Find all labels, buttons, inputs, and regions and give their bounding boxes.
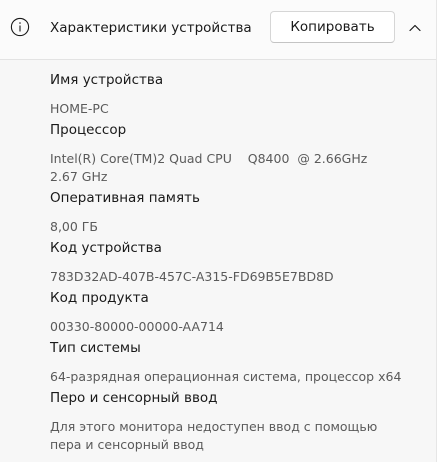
- chevron-up-icon[interactable]: [403, 16, 427, 40]
- copy-button[interactable]: Копировать: [270, 11, 395, 43]
- spec-label: Код устройства: [50, 240, 162, 256]
- spec-value: HOME-PC: [50, 101, 109, 116]
- spec-system-type: Тип системы 64-разрядная операционная си…: [50, 338, 430, 386]
- spec-value: 00330-80000-00000-AA714: [50, 319, 224, 334]
- spec-label: Перо и сенсорный ввод: [50, 390, 218, 406]
- panel-header[interactable]: Характеристики устройства Копировать: [0, 0, 436, 60]
- info-icon: [10, 17, 30, 37]
- spec-value: 64-разрядная операционная система, проце…: [50, 369, 402, 384]
- bottom-strip: [0, 462, 438, 471]
- spec-product-id: Код продукта 00330-80000-00000-AA714: [50, 288, 430, 336]
- spec-label: Тип системы: [50, 340, 141, 356]
- spec-label: Оперативная память: [50, 190, 200, 206]
- spec-label: Код продукта: [50, 290, 149, 306]
- spec-value: 783D32AD-407B-457C-A315-FD69B5E7BD8D: [50, 269, 334, 284]
- spec-label: Имя устройства: [50, 72, 164, 88]
- spec-processor: Процессор Intel(R) Core(TM)2 Quad CPU Q8…: [50, 120, 430, 186]
- spec-pen-touch: Перо и сенсорный ввод Для этого монитора…: [50, 388, 430, 454]
- spec-value: Intel(R) Core(TM)2 Quad CPU Q8400 @ 2.66…: [50, 151, 368, 184]
- spec-device-id: Код устройства 783D32AD-407B-457C-A315-F…: [50, 238, 430, 286]
- spec-value: Для этого монитора недоступен ввод с пом…: [50, 419, 378, 452]
- spec-label: Процессор: [50, 122, 127, 138]
- spec-device-name: Имя устройства HOME-PC: [50, 70, 430, 118]
- device-specifications-panel: Характеристики устройства Копировать Имя…: [0, 0, 437, 462]
- spec-value: 8,00 ГБ: [50, 219, 99, 234]
- spec-ram: Оперативная память 8,00 ГБ: [50, 188, 430, 236]
- panel-title: Характеристики устройства: [50, 20, 252, 36]
